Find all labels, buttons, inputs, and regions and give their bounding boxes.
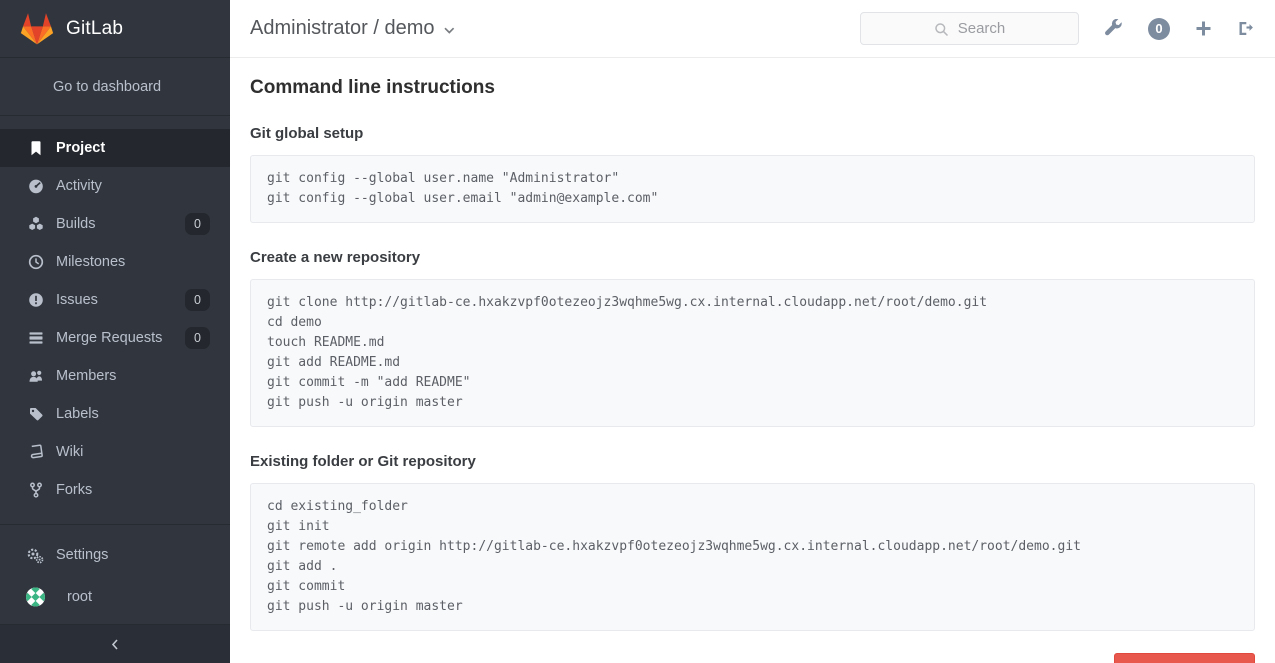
section-heading: Git global setup	[250, 125, 1255, 142]
sidebar-item-forks[interactable]: Forks	[0, 471, 230, 509]
search-input[interactable]: Search	[860, 12, 1079, 45]
sidebar-item-label: Members	[56, 368, 116, 384]
sidebar-item-settings[interactable]: Settings	[0, 536, 230, 574]
content: Command line instructions Git global set…	[230, 58, 1275, 663]
avatar	[26, 582, 45, 612]
section-heading: Create a new repository	[250, 249, 1255, 266]
sidebar-header[interactable]: GitLab	[0, 0, 230, 58]
todos-count: 0	[1148, 18, 1170, 40]
new-project-button[interactable]	[1195, 20, 1212, 37]
search-icon	[934, 22, 949, 37]
code-block: cd existing_folder git init git remote a…	[250, 483, 1255, 631]
sidebar-item-labels[interactable]: Labels	[0, 395, 230, 433]
sidebar-item-merge-requests[interactable]: Merge Requests 0	[0, 319, 230, 357]
go-to-dashboard-link[interactable]: Go to dashboard	[0, 58, 230, 116]
main-area: Administrator / demo Search	[230, 0, 1275, 663]
todos-count-badge[interactable]: 0	[1148, 18, 1170, 40]
sign-out-button[interactable]	[1237, 20, 1255, 37]
brand-name: GitLab	[66, 18, 123, 40]
clock-icon	[26, 254, 45, 270]
chevron-left-icon	[111, 639, 119, 650]
code-block: git clone http://gitlab-ce.hxakzvpf0otez…	[250, 279, 1255, 427]
sidebar: GitLab Go to dashboard Project Activity	[0, 0, 230, 663]
users-icon	[26, 368, 45, 384]
gear-icon	[26, 547, 45, 564]
sidebar-item-label: Wiki	[56, 444, 83, 460]
count-badge: 0	[185, 213, 210, 235]
search-placeholder: Search	[958, 20, 1006, 37]
sidebar-item-profile[interactable]: root	[0, 574, 230, 620]
sidebar-item-builds[interactable]: Builds 0	[0, 205, 230, 243]
danger-actions: Remove project	[250, 653, 1255, 663]
wrench-icon	[1104, 19, 1123, 38]
app-window: GitLab Go to dashboard Project Activity	[0, 0, 1275, 663]
section-existing-folder: Existing folder or Git repository cd exi…	[250, 453, 1255, 631]
sidebar-nav: Project Activity Builds 0 Milestones	[0, 116, 230, 620]
remove-project-button[interactable]: Remove project	[1114, 653, 1255, 663]
section-heading: Existing folder or Git repository	[250, 453, 1255, 470]
sidebar-item-activity[interactable]: Activity	[0, 167, 230, 205]
sidebar-item-issues[interactable]: Issues 0	[0, 281, 230, 319]
sidebar-item-label: Issues	[56, 292, 98, 308]
admin-area-button[interactable]	[1104, 19, 1123, 38]
sidebar-item-label: Labels	[56, 406, 99, 422]
username-label: root	[67, 589, 92, 605]
sidebar-item-label: Builds	[56, 216, 96, 232]
breadcrumb-title[interactable]: Administrator / demo	[250, 17, 455, 40]
exclamation-icon	[26, 292, 45, 308]
breadcrumb-text: Administrator / demo	[250, 17, 435, 40]
sidebar-item-members[interactable]: Members	[0, 357, 230, 395]
sidebar-item-label: Merge Requests	[56, 330, 162, 346]
sign-out-icon	[1237, 20, 1255, 37]
sidebar-item-label: Settings	[56, 547, 108, 563]
count-badge: 0	[185, 289, 210, 311]
sidebar-item-project[interactable]: Project	[0, 129, 230, 167]
fork-icon	[26, 482, 45, 498]
topbar-actions: Search 0	[860, 12, 1255, 45]
section-git-global-setup: Git global setup git config --global use…	[250, 125, 1255, 223]
bookmark-icon	[26, 140, 45, 156]
sidebar-item-label: Forks	[56, 482, 92, 498]
dashboard-icon	[26, 178, 45, 194]
section-create-new-repository: Create a new repository git clone http:/…	[250, 249, 1255, 427]
page-title: Command line instructions	[250, 77, 1255, 99]
plus-icon	[1195, 20, 1212, 37]
sidebar-collapse-button[interactable]	[0, 624, 230, 663]
sidebar-divider	[0, 524, 230, 525]
topbar: Administrator / demo Search	[230, 0, 1275, 58]
sidebar-item-milestones[interactable]: Milestones	[0, 243, 230, 281]
book-icon	[26, 444, 45, 460]
count-badge: 0	[185, 327, 210, 349]
sidebar-item-wiki[interactable]: Wiki	[0, 433, 230, 471]
gitlab-logo-icon	[20, 12, 54, 45]
cubes-icon	[26, 216, 45, 232]
sidebar-item-label: Project	[56, 140, 105, 156]
sidebar-item-label: Activity	[56, 178, 102, 194]
bars-icon	[26, 330, 45, 346]
chevron-down-icon	[444, 27, 455, 34]
sidebar-item-label: Milestones	[56, 254, 125, 270]
code-block: git config --global user.name "Administr…	[250, 155, 1255, 223]
tag-icon	[26, 406, 45, 422]
